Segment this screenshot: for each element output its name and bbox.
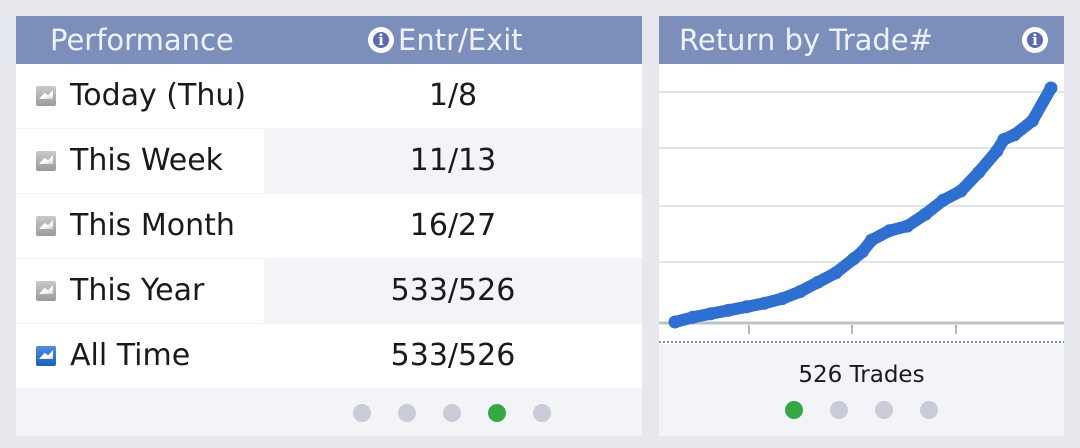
info-icon[interactable] xyxy=(1022,27,1048,53)
chart-mini-icon xyxy=(36,281,56,301)
data-point xyxy=(882,224,896,238)
row-entr-exit-value: 16/27 xyxy=(409,208,497,243)
return-line-chart xyxy=(659,81,1064,343)
row-label-cell: Today (Thu) xyxy=(16,64,264,128)
chart-page-dot-3[interactable] xyxy=(875,401,893,419)
row-label-cell: This Year xyxy=(16,259,264,323)
data-point xyxy=(740,300,753,314)
data-point xyxy=(775,292,789,306)
performance-row[interactable]: This Year 533/526 xyxy=(16,259,642,323)
row-label: All Time xyxy=(70,338,191,373)
data-point xyxy=(972,165,986,179)
row-entr-exit-value: 533/526 xyxy=(390,273,516,308)
row-label: Today (Thu) xyxy=(70,78,247,113)
performance-title: Performance xyxy=(50,23,234,57)
row-label-cell: All Time xyxy=(16,324,264,388)
data-point xyxy=(722,303,736,317)
performance-row[interactable]: This Month 16/27 xyxy=(16,194,642,258)
data-point xyxy=(954,184,968,198)
page-dot-4[interactable] xyxy=(488,404,506,422)
chart-page-dot-1[interactable] xyxy=(785,401,803,419)
chart-mini-icon xyxy=(36,151,56,171)
page-dot-3[interactable] xyxy=(443,404,461,422)
info-icon[interactable] xyxy=(368,27,394,53)
chart-page-dot-4[interactable] xyxy=(920,401,938,419)
chart-header: Return by Trade# xyxy=(659,16,1064,64)
row-label-cell: This Month xyxy=(16,194,264,258)
performance-row[interactable]: Today (Thu) 1/8 xyxy=(16,64,642,128)
row-label: This Week xyxy=(70,143,224,178)
data-point xyxy=(900,219,914,233)
page-dot-5[interactable] xyxy=(533,404,551,422)
data-point xyxy=(686,310,700,324)
performance-panel: Performance Entr/Exit Today (Thu) 1/8 This… xyxy=(16,16,642,436)
data-point xyxy=(1025,114,1039,128)
entr-exit-label: Entr/Exit xyxy=(398,23,523,57)
page-dot-2[interactable] xyxy=(398,404,416,422)
data-point xyxy=(829,266,843,280)
chart-mini-icon xyxy=(36,216,56,236)
row-label: This Year xyxy=(70,273,205,308)
performance-row[interactable]: This Week 11/13 xyxy=(16,129,642,193)
chart-mini-icon xyxy=(36,86,56,106)
chart-mini-icon xyxy=(36,346,56,366)
performance-header: Performance Entr/Exit xyxy=(16,16,642,64)
row-entr-exit-value: 1/8 xyxy=(428,78,478,113)
data-point xyxy=(918,207,932,221)
data-point xyxy=(1044,81,1058,95)
page-dot-1[interactable] xyxy=(353,404,371,422)
data-point xyxy=(757,296,771,310)
chart-area xyxy=(659,64,1064,344)
row-entr-exit-value: 11/13 xyxy=(409,143,497,178)
data-point xyxy=(811,275,825,289)
data-point xyxy=(865,233,879,247)
performance-row[interactable]: All Time 533/526 xyxy=(16,324,642,388)
row-label-cell: This Week xyxy=(16,129,264,193)
data-point xyxy=(668,315,682,329)
data-point xyxy=(855,245,869,259)
trades-count-label: 526 Trades xyxy=(798,362,925,388)
performance-page-dots xyxy=(353,404,551,422)
data-point xyxy=(793,285,807,299)
return-chart-panel: Return by Trade# 526 Trades xyxy=(659,16,1064,436)
chart-title: Return by Trade# xyxy=(679,23,933,57)
row-label: This Month xyxy=(70,208,235,243)
row-entr-exit-value: 533/526 xyxy=(390,338,516,373)
data-point xyxy=(704,307,718,321)
entr-exit-header: Entr/Exit xyxy=(368,16,523,64)
data-point xyxy=(1008,128,1021,142)
chart-page-dot-2[interactable] xyxy=(830,401,848,419)
data-point xyxy=(936,193,950,207)
chart-page-dots xyxy=(785,401,938,419)
data-point xyxy=(990,144,1004,158)
